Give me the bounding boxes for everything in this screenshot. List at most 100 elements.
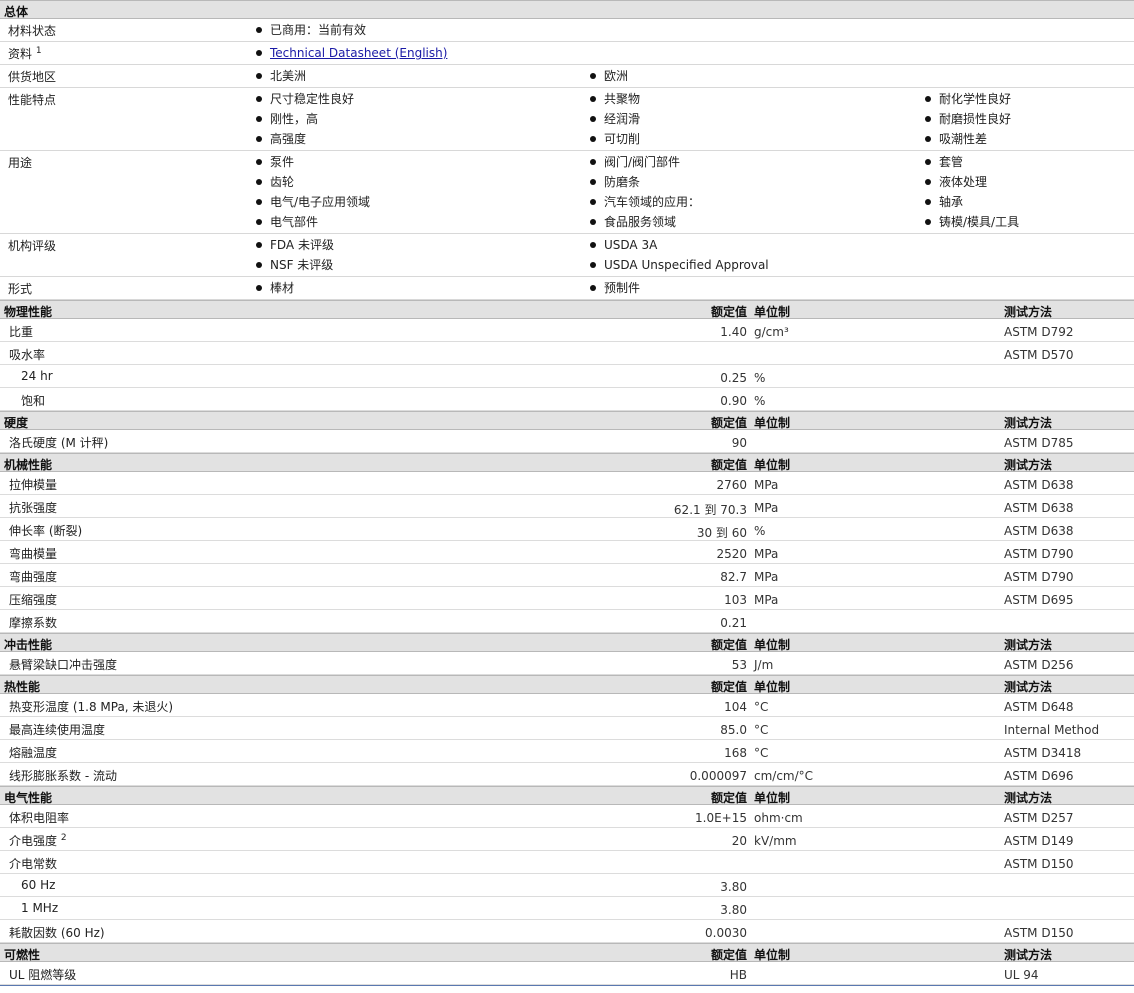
property-value: 85.0 [720,723,747,737]
general-row-label: 材料状态 [8,22,56,39]
section-title: 机械性能 [4,458,53,472]
property-row: 饱和 0.90% [0,388,1134,411]
footnote-ref: 2 [60,833,67,843]
bullet-text: 耐化学性良好 [939,92,1012,106]
property-name: 抗张强度 [9,499,57,516]
property-name: 60 Hz [21,878,55,892]
property-value: 30 到 60 [696,526,747,540]
bullet-text: 液体处理 [939,175,988,189]
property-value: 62.1 到 70.3 [673,503,747,517]
property-name-text: 最高连续使用温度 [9,723,106,737]
property-name-text: 熔融温度 [9,746,58,760]
property-name-text: 60 Hz [21,878,56,892]
bullet-icon [925,199,931,205]
bullet-text: 经润滑 [604,112,641,126]
property-name: 介电强度 2 [9,832,67,849]
property-name-text: 线形膨胀系数 - 流动 [9,769,117,783]
property-row: 介电强度 2 20 kV/mm ASTM D149 [0,828,1134,851]
property-unit: MPa [754,478,779,492]
header-unit: 单位制 [754,791,791,805]
property-unit: % [754,524,766,538]
property-value: 1.40 [720,325,747,339]
property-row: 热变形温度 (1.8 MPa, 未退火) 104 °C ASTM D648 [0,694,1134,717]
bullet-icon [590,219,596,225]
property-unit: % [754,394,766,408]
bullet-item: 预制件 [590,278,640,298]
section-header: 冲击性能 额定值 单位制 测试方法 [0,633,1134,652]
header-value: 额定值 [710,791,747,805]
bullet-text: 电气/电子应用领域 [270,195,371,209]
test-method: ASTM D149 [1004,834,1074,848]
property-unit: cm/cm/°C [754,769,814,783]
bullet-item: 阀门/阀门部件 [590,152,680,172]
bullet-text: 轴承 [939,195,964,209]
header-unit: 单位制 [754,458,791,472]
bullet-item: 食品服务领域 [590,212,676,232]
bullet-text: 吸潮性差 [939,132,988,146]
bullet-item: 经润滑 [590,109,640,129]
property-name: 悬臂梁缺口冲击强度 [9,656,117,673]
test-method: ASTM D792 [1004,325,1074,339]
section-title: 总体 [4,5,29,19]
bullet-item: 电气/电子应用领域 [256,192,370,212]
section-header-general: 总体 [0,0,1134,19]
bullet-icon [256,179,262,185]
bullet-item: 液体处理 [925,172,987,192]
general-row: 机构评级 FDA 未评级 NSF 未评级 USDA 3A USDA Unspecifie… [0,234,1134,277]
label-text: 形式 [8,282,33,296]
property-value: 0.25 [720,371,747,385]
bullet-text: 预制件 [604,281,641,295]
bullet-text: NSF 未评级 [270,258,334,272]
property-row: 线形膨胀系数 - 流动 0.000097 cm/cm/°C ASTM D696 [0,763,1134,786]
property-value: 104 [724,700,747,714]
bullet-icon [256,136,262,142]
bullet-icon [590,199,596,205]
bullet-icon [925,136,931,142]
bullet-item: 汽车领域的应用： [590,192,700,212]
bullet-item: 耐化学性良好 [925,89,1011,109]
bullet-icon [590,116,596,122]
bullet-icon [590,242,596,248]
section-header: 热性能 额定值 单位制 测试方法 [0,675,1134,694]
bullet-text: 泵件 [270,155,295,169]
bullet-text: 棒材 [270,281,295,295]
property-name: 拉伸模量 [9,476,57,493]
test-method: ASTM D785 [1004,436,1074,450]
property-row: 弯曲强度 82.7 MPa ASTM D790 [0,564,1134,587]
bullet-icon [256,96,262,102]
property-name: UL 阻燃等级 [9,966,76,983]
header-method: 测试方法 [1004,305,1053,319]
test-method: ASTM D257 [1004,811,1074,825]
bullet-item: 棒材 [256,278,294,298]
header-unit: 单位制 [754,305,791,319]
property-row: 熔融温度 168 °C ASTM D3418 [0,740,1134,763]
bullet-text: 耐磨损性良好 [939,112,1012,126]
property-row: 耗散因数 (60 Hz) 0.0030 ASTM D150 [0,920,1134,943]
bullet-text: 已商用：当前有效 [270,23,367,37]
property-name: 洛氏硬度 (M 计秤) [9,434,108,451]
bullet-item: 电气部件 [256,212,318,232]
label-text: 用途 [8,156,33,170]
property-row: 抗张强度 62.1 到 70.3 MPa ASTM D638 [0,495,1134,518]
bullet-icon [256,73,262,79]
bullet-text: 北美洲 [270,69,307,83]
property-value: 82.7 [720,570,747,584]
datasheet-link[interactable]: Technical Datasheet (English) [270,46,447,60]
bullet-text: 铸模/模具/工具 [939,215,1020,229]
test-method: ASTM D3418 [1004,746,1082,760]
footnote-ref: 1 [35,46,42,56]
test-method: ASTM D638 [1004,501,1074,515]
general-row: 用途 泵件 齿轮 电气/电子应用领域 电气部件 阀门/阀门部件 防磨条 汽车领域的应用： 食品服… [0,151,1134,234]
property-name: 比重 [9,323,33,340]
property-unit: MPa [754,593,779,607]
property-name-text: 体积电阻率 [9,811,70,825]
property-name: 线形膨胀系数 - 流动 [9,767,117,784]
property-name: 饱和 [21,392,45,409]
bullet-item[interactable]: Technical Datasheet (English) [256,43,447,63]
test-method: ASTM D150 [1004,926,1074,940]
property-value: 2760 [716,478,747,492]
bullet-icon [590,159,596,165]
bullet-item: 欧洲 [590,66,628,86]
property-value: 3.80 [720,880,747,894]
bullet-text: 汽车领域的应用： [604,195,701,209]
